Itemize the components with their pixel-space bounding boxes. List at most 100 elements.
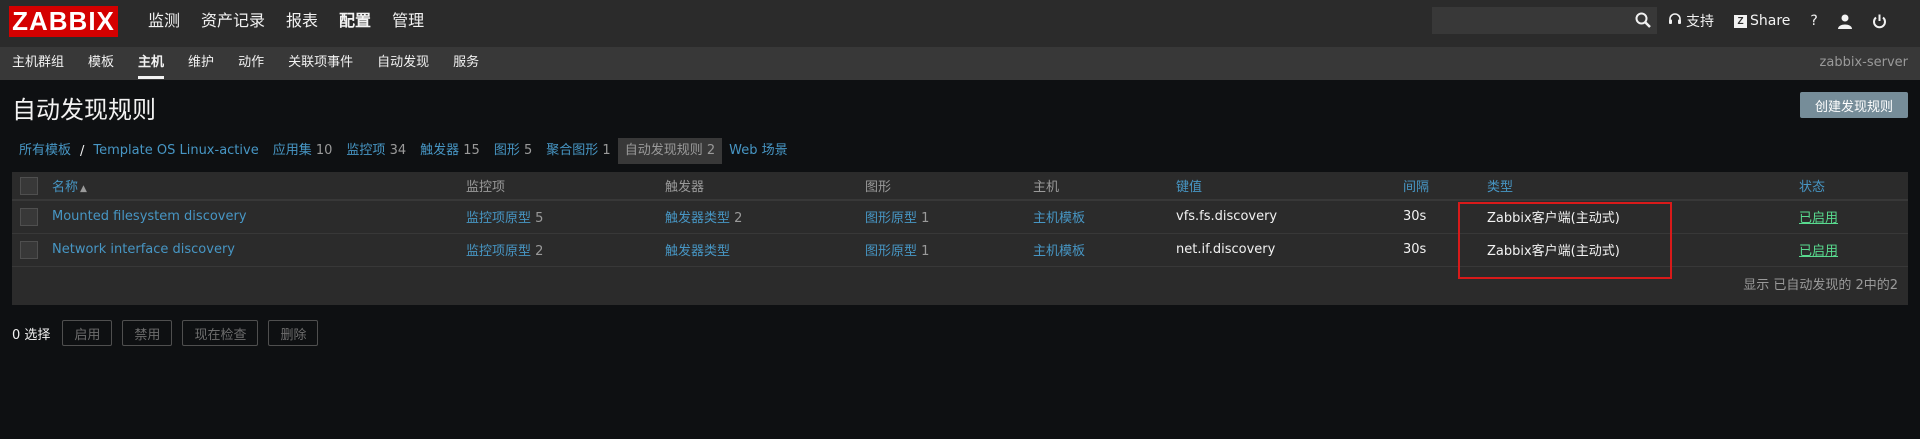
submenu-actions[interactable]: 动作 (226, 47, 276, 80)
menu-administration[interactable]: 管理 (384, 0, 432, 47)
support-link[interactable]: 支持 (1668, 11, 1714, 31)
tab-screens[interactable]: 聚合图形 1 (539, 138, 617, 164)
interval-cell: 30s (1395, 200, 1479, 234)
server-name: zabbix-server (1819, 55, 1908, 70)
disable-button[interactable]: 禁用 (122, 320, 173, 346)
menu-inventory[interactable]: 资产记录 (193, 0, 273, 47)
item-prototypes-link[interactable]: 监控项原型 (466, 211, 531, 226)
column-name-label: 名称 (52, 180, 79, 195)
selected-count: 0 选择 (12, 327, 51, 343)
sub-menu: 主机群组 模板 主机 维护 动作 关联项事件 自动发现 服务 (0, 47, 491, 80)
create-discovery-rule-button[interactable]: 创建发现规则 (1800, 92, 1908, 118)
tab-triggers-label: 触发器 (420, 143, 460, 158)
graph-prototypes-link[interactable]: 图形原型 (865, 211, 917, 226)
table-footer-summary: 显示 已自动发现的 2中的2 (1743, 277, 1898, 293)
breadcrumb-template[interactable]: Template OS Linux-active (86, 138, 265, 164)
zabbix-logo[interactable]: ZABBIX (9, 6, 118, 37)
share-label: Share (1750, 13, 1791, 29)
search-input[interactable] (1433, 8, 1623, 33)
submenu-maintenance[interactable]: 维护 (176, 47, 226, 80)
tab-graphs[interactable]: 图形 5 (487, 138, 539, 164)
tab-applications-label: 应用集 (272, 143, 312, 158)
tab-web-scenarios-label: Web 场景 (729, 143, 788, 158)
submenu-host-groups[interactable]: 主机群组 (0, 47, 76, 80)
top-navigation: ZABBIX 监测 资产记录 报表 配置 管理 支持 Z Share ? (0, 0, 1920, 47)
trigger-prototypes-count: 2 (734, 211, 743, 227)
enable-button[interactable]: 启用 (62, 320, 113, 346)
submenu-discovery[interactable]: 自动发现 (365, 47, 441, 80)
search-box (1432, 7, 1657, 34)
item-prototypes-count: 2 (535, 244, 544, 259)
breadcrumb-all-templates[interactable]: 所有模板 (12, 138, 78, 164)
tab-graphs-count: 5 (523, 143, 533, 158)
submenu-services[interactable]: 服务 (441, 47, 491, 80)
sub-navigation: 主机群组 模板 主机 维护 动作 关联项事件 自动发现 服务 zabbix-se… (0, 47, 1920, 80)
item-prototypes-link[interactable]: 监控项原型 (466, 244, 531, 259)
tab-web-scenarios[interactable]: Web 场景 (722, 138, 794, 164)
column-name[interactable]: 名称 ▲ (44, 172, 458, 201)
tab-screens-count: 1 (602, 143, 611, 158)
item-prototypes-count: 5 (535, 211, 544, 227)
select-all-checkbox[interactable] (20, 176, 38, 195)
column-hosts: 主机 (1025, 172, 1168, 201)
menu-configuration[interactable]: 配置 (331, 0, 379, 47)
status-toggle[interactable]: 已启用 (1799, 211, 1838, 226)
graph-prototypes-link[interactable]: 图形原型 (865, 244, 917, 259)
search-icon[interactable] (1634, 11, 1652, 29)
tab-items-label: 监控项 (346, 143, 386, 158)
menu-reports[interactable]: 报表 (278, 0, 326, 47)
graphs-cell: 图形原型 1 (857, 200, 1025, 234)
rule-name-link[interactable]: Network interface discovery (52, 242, 235, 257)
tab-applications-count: 10 (315, 143, 333, 158)
delete-button[interactable]: 删除 (268, 320, 319, 346)
trigger-prototypes-link[interactable]: 触发器类型 (665, 211, 730, 226)
host-prototypes-link[interactable]: 主机模板 (1033, 244, 1085, 259)
submenu-hosts[interactable]: 主机 (126, 47, 176, 80)
status-toggle[interactable]: 已启用 (1799, 244, 1838, 259)
tab-discovery-rules[interactable]: 自动发现规则 2 (617, 138, 723, 164)
breadcrumb-separator: / (80, 143, 85, 159)
discovery-rules-table: 名称 ▲ 监控项 触发器 图形 主机 键值 间隔 类型 状态 Mounted fi… (12, 172, 1908, 305)
row-checkbox[interactable] (20, 207, 38, 226)
type-cell: Zabbix客户端(主动式) (1479, 233, 1791, 267)
sign-out-icon[interactable] (1872, 14, 1887, 29)
menu-monitoring[interactable]: 监测 (140, 0, 188, 47)
support-label: 支持 (1686, 14, 1714, 30)
main-menu: 监测 资产记录 报表 配置 管理 (140, 0, 437, 47)
top-right-tools: 支持 Z Share ? (1668, 0, 1907, 42)
tab-items[interactable]: 监控项 34 (339, 138, 413, 164)
user-profile-icon[interactable] (1837, 14, 1852, 29)
rule-name-cell: Mounted filesystem discovery (44, 200, 458, 234)
column-status[interactable]: 状态 (1791, 172, 1908, 201)
tab-applications[interactable]: 应用集 10 (266, 138, 340, 164)
row-select-cell (12, 233, 44, 267)
graphs-cell: 图形原型 1 (857, 233, 1025, 267)
rule-name-link[interactable]: Mounted filesystem discovery (52, 209, 247, 224)
submenu-event-correlation[interactable]: 关联项事件 (276, 47, 365, 80)
mass-action-bar: 0 选择 启用 禁用 现在检查 删除 (12, 320, 328, 346)
row-select-cell (12, 200, 44, 234)
column-key[interactable]: 键值 (1168, 172, 1395, 201)
help-icon[interactable]: ? (1810, 13, 1817, 29)
tab-graphs-label: 图形 (493, 143, 520, 158)
hosts-cell: 主机模板 (1025, 233, 1168, 267)
check-now-button[interactable]: 现在检查 (182, 320, 259, 346)
tab-triggers[interactable]: 触发器 15 (413, 138, 487, 164)
key-cell: vfs.fs.discovery (1168, 200, 1395, 234)
sort-ascending-icon: ▲ (80, 184, 87, 194)
submenu-templates[interactable]: 模板 (76, 47, 126, 80)
host-prototypes-link[interactable]: 主机模板 (1033, 211, 1085, 226)
triggers-cell: 触发器类型 (657, 233, 857, 267)
column-graphs: 图形 (857, 172, 1025, 201)
column-interval[interactable]: 间隔 (1395, 172, 1479, 201)
share-link[interactable]: Z Share (1734, 13, 1790, 29)
trigger-prototypes-link[interactable]: 触发器类型 (665, 244, 730, 259)
status-cell: 已启用 (1791, 200, 1908, 234)
table-row: Mounted filesystem discovery 监控项原型 5 触发器… (12, 200, 1908, 234)
row-checkbox[interactable] (20, 240, 38, 259)
key-cell: net.if.discovery (1168, 233, 1395, 267)
tab-discovery-rules-label: 自动发现规则 (624, 143, 703, 158)
column-type[interactable]: 类型 (1479, 172, 1791, 201)
tab-screens-label: 聚合图形 (546, 143, 599, 158)
graph-prototypes-count: 1 (921, 211, 930, 227)
